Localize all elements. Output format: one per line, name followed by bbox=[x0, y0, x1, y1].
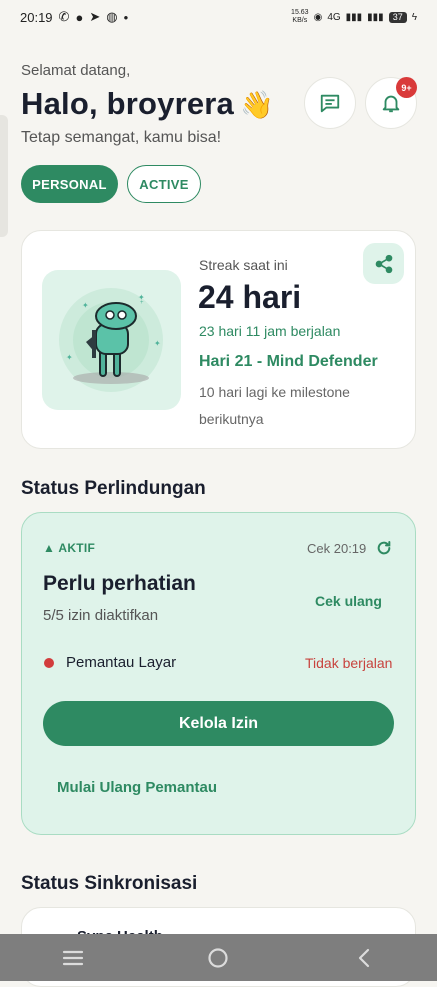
chevron-left-icon bbox=[359, 948, 370, 967]
monitor-status: Tidak berjalan bbox=[305, 655, 393, 671]
streak-elapsed: 23 hari 11 jam berjalan bbox=[199, 323, 341, 339]
manage-permissions-button[interactable]: Kelola Izin bbox=[43, 701, 394, 746]
greeting-title: Halo, broyrera 👋 bbox=[21, 86, 274, 121]
svg-text:+: + bbox=[140, 300, 144, 306]
error-status-dot bbox=[44, 658, 54, 668]
tab-active[interactable]: ACTIVE bbox=[127, 165, 201, 203]
protection-title: Perlu perhatian bbox=[43, 572, 196, 595]
battery-level: 37 bbox=[388, 11, 407, 23]
streak-milestone: Hari 21 - Mind Defender bbox=[199, 353, 378, 370]
streak-label: Streak saat ini bbox=[199, 257, 288, 273]
refresh-button[interactable] bbox=[376, 540, 392, 561]
share-icon bbox=[375, 254, 392, 273]
restart-monitor-button[interactable]: Mulai Ulang Pemantau bbox=[57, 779, 217, 796]
wave-icon: 👋 bbox=[240, 90, 274, 120]
sync-app-icon: ◍ bbox=[106, 9, 118, 24]
last-check-time: Cek 20:19 bbox=[307, 541, 367, 556]
back-button[interactable] bbox=[344, 938, 384, 978]
status-bar: 20:19 ✆ ● ➤ ◍ • 15.63 KB/s ◉ 4G ▮▮▮ ▮▮▮ 3… bbox=[0, 0, 437, 34]
menu-icon bbox=[62, 950, 83, 965]
signal-icon: ▮▮▮ bbox=[345, 11, 363, 23]
recent-apps-button[interactable] bbox=[53, 938, 93, 978]
more-notifications-icon: • bbox=[123, 9, 129, 25]
clock: 20:19 bbox=[20, 9, 53, 25]
home-button[interactable] bbox=[198, 938, 238, 978]
signal-icon-2: ▮▮▮ bbox=[367, 11, 384, 23]
welcome-text: Selamat datang, bbox=[21, 62, 131, 79]
charging-icon: ϟ bbox=[411, 11, 417, 23]
next-milestone-text: 10 hari lagi ke milestone berikutnya bbox=[199, 384, 350, 427]
notification-badge: 9+ bbox=[396, 77, 417, 98]
share-button[interactable] bbox=[363, 243, 404, 284]
permissions-count: 5/5 izin diaktifkan bbox=[43, 607, 159, 624]
system-navigation-bar bbox=[0, 934, 437, 981]
messages-button[interactable] bbox=[304, 77, 356, 129]
chat-icon: ● bbox=[75, 9, 84, 25]
refresh-icon bbox=[377, 541, 391, 555]
protection-section-title: Status Perlindungan bbox=[21, 478, 206, 499]
hotspot-icon: ◉ bbox=[313, 11, 323, 23]
greeting-subtitle: Tetap semangat, kamu bisa! bbox=[21, 129, 222, 146]
recheck-button[interactable]: Cek ulang bbox=[315, 593, 382, 609]
monitor-name: Pemantau Layar bbox=[66, 654, 177, 671]
edge-panel-handle[interactable] bbox=[0, 115, 8, 237]
tab-personal[interactable]: PERSONAL bbox=[21, 165, 118, 203]
circle-icon bbox=[208, 947, 229, 968]
streak-value: 24 hari bbox=[198, 279, 302, 315]
svg-text:✦: ✦ bbox=[82, 301, 89, 310]
net-speed: 15.63 KB/s bbox=[291, 9, 309, 24]
status-badge: ▲ AKTIF bbox=[43, 541, 96, 555]
mascot-illustration: ✦ ✦ ✦ ✦ + bbox=[42, 270, 181, 410]
svg-text:✦: ✦ bbox=[66, 353, 73, 362]
whatsapp-icon: ✆ bbox=[58, 9, 70, 24]
message-square-icon bbox=[320, 94, 340, 113]
sync-section-title: Status Sinkronisasi bbox=[21, 873, 198, 894]
telegram-icon: ➤ bbox=[89, 9, 101, 24]
streak-card: ✦ ✦ ✦ ✦ + Streak saat ini 24 hari 23 har… bbox=[21, 230, 416, 449]
network-type: 4G bbox=[327, 11, 341, 23]
protection-card: ▲ AKTIF Cek 20:19 Perlu perhatian 5/5 iz… bbox=[21, 512, 416, 835]
svg-text:✦: ✦ bbox=[154, 339, 161, 348]
